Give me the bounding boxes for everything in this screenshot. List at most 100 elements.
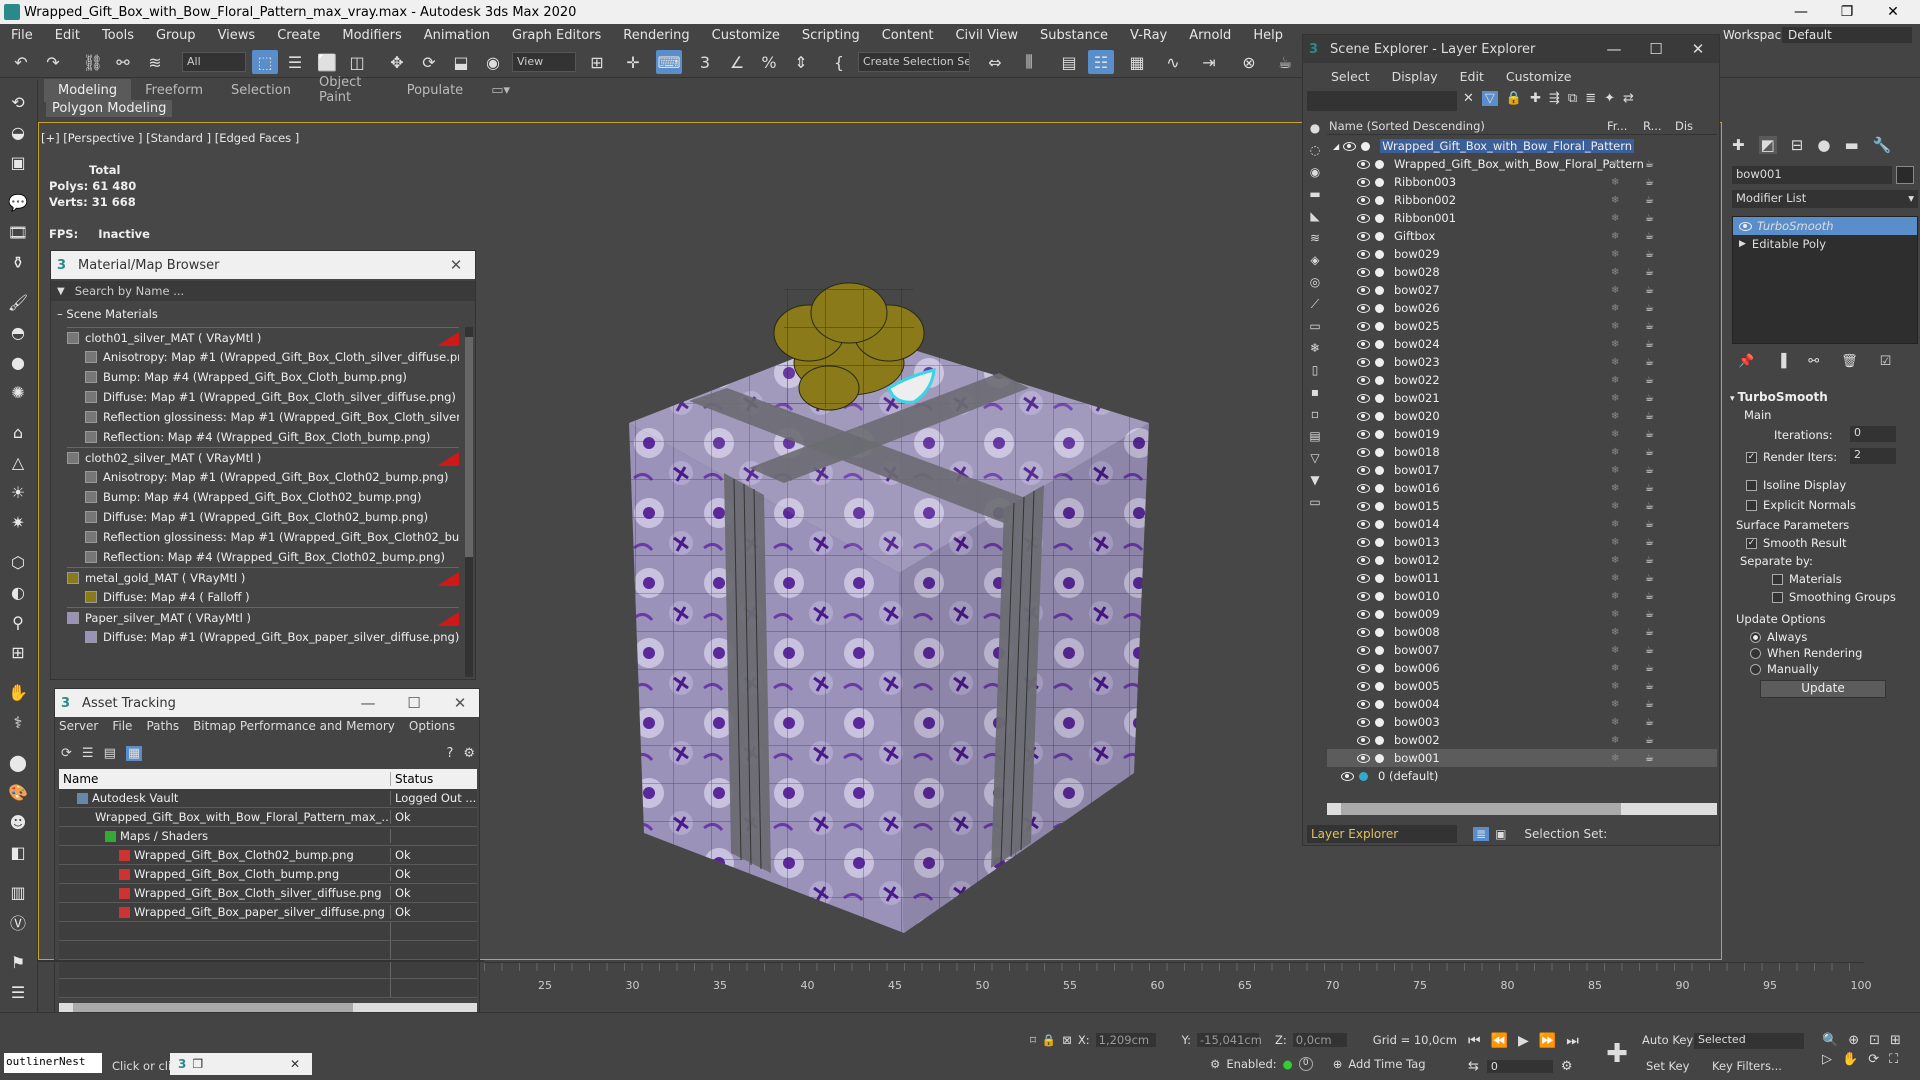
explicit-checkbox[interactable]	[1746, 500, 1757, 511]
maxscript-listener[interactable]: outlinerNest	[4, 1053, 102, 1073]
highlight-icon[interactable]: ✦	[1604, 91, 1615, 106]
material-browser-titlebar[interactable]: 3 Material/Map Browser ✕	[51, 251, 475, 279]
render-icon[interactable]: ☕	[1645, 645, 1654, 656]
enabled-indicator-icon[interactable]: ●	[1283, 1057, 1293, 1071]
freeze-icon[interactable]: ❄	[1611, 429, 1619, 440]
viewport-label[interactable]: [+] [Perspective ] [Standard ] [Edged Fa…	[41, 131, 299, 145]
update-button[interactable]: Update	[1760, 680, 1886, 698]
close-icon[interactable]: ✕	[1870, 0, 1916, 24]
schematic-view-icon[interactable]: ⇥	[1196, 50, 1222, 74]
se-menu-edit[interactable]: Edit	[1460, 69, 1484, 84]
se-object-row[interactable]: bow024 ❄ ☕	[1327, 335, 1717, 353]
render-icon[interactable]: ☕	[1645, 537, 1654, 548]
asset-menu-server[interactable]: Server	[59, 719, 98, 733]
max-toggle-icon[interactable]: ⛶	[1889, 1052, 1898, 1067]
menu-substance[interactable]: Substance	[1029, 28, 1119, 43]
se-object-row[interactable]: bow011 ❄ ☕	[1327, 569, 1717, 587]
freeze-icon[interactable]: ❄	[1611, 285, 1619, 296]
menu-civil-view[interactable]: Civil View	[944, 28, 1029, 43]
freeze-icon[interactable]: ❄	[1611, 321, 1619, 332]
map-item[interactable]: Anisotropy: Map #1 (Wrapped_Gift_Box_Clo…	[85, 467, 459, 487]
visibility-eye-icon[interactable]	[1357, 717, 1370, 727]
detail-view-icon[interactable]: ▤	[104, 746, 116, 761]
se-footer-icon-b[interactable]: ▣	[1495, 827, 1506, 841]
se-object-row[interactable]: bow007 ❄ ☕	[1327, 641, 1717, 659]
se-object-row[interactable]: bow004 ❄ ☕	[1327, 695, 1717, 713]
settings-icon[interactable]: ⚙	[463, 746, 475, 761]
freeze-icon[interactable]: ❄	[1611, 231, 1619, 242]
visibility-eye-icon[interactable]	[1357, 483, 1370, 493]
freeze-icon[interactable]: ❄	[1611, 213, 1619, 224]
freeze-icon[interactable]: ❄	[1611, 303, 1619, 314]
render-icon[interactable]: ☕	[1645, 249, 1654, 260]
zoom-icon[interactable]: 🔍	[1822, 1033, 1838, 1048]
create-icon[interactable]: ⟲	[4, 90, 32, 114]
layers-stack-icon[interactable]: ≣	[1585, 91, 1596, 106]
se-object-row[interactable]: Ribbon002 ❄ ☕	[1327, 191, 1717, 209]
render-icon[interactable]: ☕	[1645, 375, 1654, 386]
render-icon[interactable]: ☕	[1645, 609, 1654, 620]
visibility-eye-icon[interactable]	[1357, 267, 1370, 277]
menu-content[interactable]: Content	[871, 28, 945, 43]
menu-modifiers[interactable]: Modifiers	[331, 28, 412, 43]
cone-icon[interactable]: △	[4, 450, 32, 474]
close-icon[interactable]: ✕	[1679, 35, 1717, 63]
menu-tools[interactable]: Tools	[91, 28, 145, 43]
sparkle-icon[interactable]: ✷	[4, 510, 32, 534]
se-menu-select[interactable]: Select	[1331, 69, 1370, 84]
sphere-tool-icon[interactable]: ◒	[4, 120, 32, 144]
auto-key-button[interactable]: Auto Key	[1642, 1033, 1693, 1047]
asset-tracking-titlebar[interactable]: 3 Asset Tracking — ☐ ✕	[55, 689, 479, 717]
rollout-title[interactable]: ▾ TurboSmooth	[1730, 390, 1916, 404]
remove-modifier-icon[interactable]: 🗑	[1841, 354, 1858, 369]
time-config-icon[interactable]: ⚙	[1561, 1059, 1573, 1074]
render-icon[interactable]: ☕	[1645, 231, 1654, 242]
light-icon[interactable]: ◓	[4, 320, 32, 344]
walk-icon[interactable]: ⚑	[4, 950, 32, 974]
se-object-row[interactable]: bow026 ❄ ☕	[1327, 299, 1717, 317]
se-footer-icon-a[interactable]: ≣	[1473, 827, 1490, 841]
iterations-spinner[interactable]: 0	[1850, 426, 1896, 442]
asset-menu-bitmap[interactable]: Bitmap Performance and Memory	[193, 719, 395, 733]
stack-editable-poly[interactable]: ▶ Editable Poly	[1733, 235, 1917, 253]
visibility-eye-icon[interactable]	[1357, 285, 1370, 295]
se-object-row[interactable]: Ribbon003 ❄ ☕	[1327, 173, 1717, 191]
visibility-eye-icon[interactable]	[1357, 519, 1370, 529]
motion-tab-icon[interactable]: ●	[1817, 136, 1830, 154]
toggle-layer-explorer-icon[interactable]: ☷	[1088, 50, 1114, 74]
se-column-render[interactable]: R...	[1643, 119, 1675, 133]
map-item[interactable]: Reflection glossiness: Map #1 (Wrapped_G…	[85, 527, 459, 547]
render-icon[interactable]: ☕	[1645, 465, 1654, 476]
menu-scripting[interactable]: Scripting	[791, 28, 871, 43]
sphere-gray-icon[interactable]: ⬤	[4, 750, 32, 774]
render-icon[interactable]: ☕	[1645, 411, 1654, 422]
zoom-extents-all-icon[interactable]: ⊞	[1890, 1033, 1901, 1048]
material-sphere-icon[interactable]: ●	[4, 350, 32, 374]
visibility-eye-icon[interactable]	[1357, 231, 1370, 241]
goto-end-icon[interactable]: ⏭	[1566, 1033, 1579, 1049]
se-object-row[interactable]: bow008 ❄ ☕	[1327, 623, 1717, 641]
chat-icon[interactable]: 💬	[4, 190, 32, 214]
unlink-icon[interactable]: ⚯	[110, 50, 136, 74]
workspaces-dropdown[interactable]: Default	[1782, 27, 1912, 43]
freeze-icon[interactable]: ❄	[1611, 501, 1619, 512]
se-object-row[interactable]: bow022 ❄ ☕	[1327, 371, 1717, 389]
expand-icon[interactable]: ▶	[1739, 239, 1746, 249]
display-bones-icon[interactable]: ⟋	[1305, 297, 1325, 319]
visibility-eye-icon[interactable]	[1357, 537, 1370, 547]
freeze-icon[interactable]: ❄	[1611, 699, 1619, 710]
key-filters-button[interactable]: Key Filters...	[1712, 1059, 1782, 1073]
menu-arnold[interactable]: Arnold	[1178, 28, 1242, 43]
close-icon[interactable]: ✕	[441, 689, 479, 717]
visibility-eye-icon[interactable]	[1357, 699, 1370, 709]
visibility-eye-icon[interactable]	[1357, 357, 1370, 367]
isoline-checkbox[interactable]	[1746, 480, 1757, 491]
zoom-all-icon[interactable]: ⊕	[1848, 1033, 1859, 1048]
render-icon[interactable]: ☕	[1645, 519, 1654, 530]
display-helpers-icon[interactable]: ◣	[1305, 209, 1325, 231]
freeze-icon[interactable]: ❄	[1611, 735, 1619, 746]
se-object-row[interactable]: bow016 ❄ ☕	[1327, 479, 1717, 497]
freeze-icon[interactable]: ❄	[1611, 591, 1619, 602]
asset-menu-options[interactable]: Options	[409, 719, 455, 733]
material-item[interactable]: Paper_silver_MAT ( VRayMtl )	[67, 607, 459, 627]
